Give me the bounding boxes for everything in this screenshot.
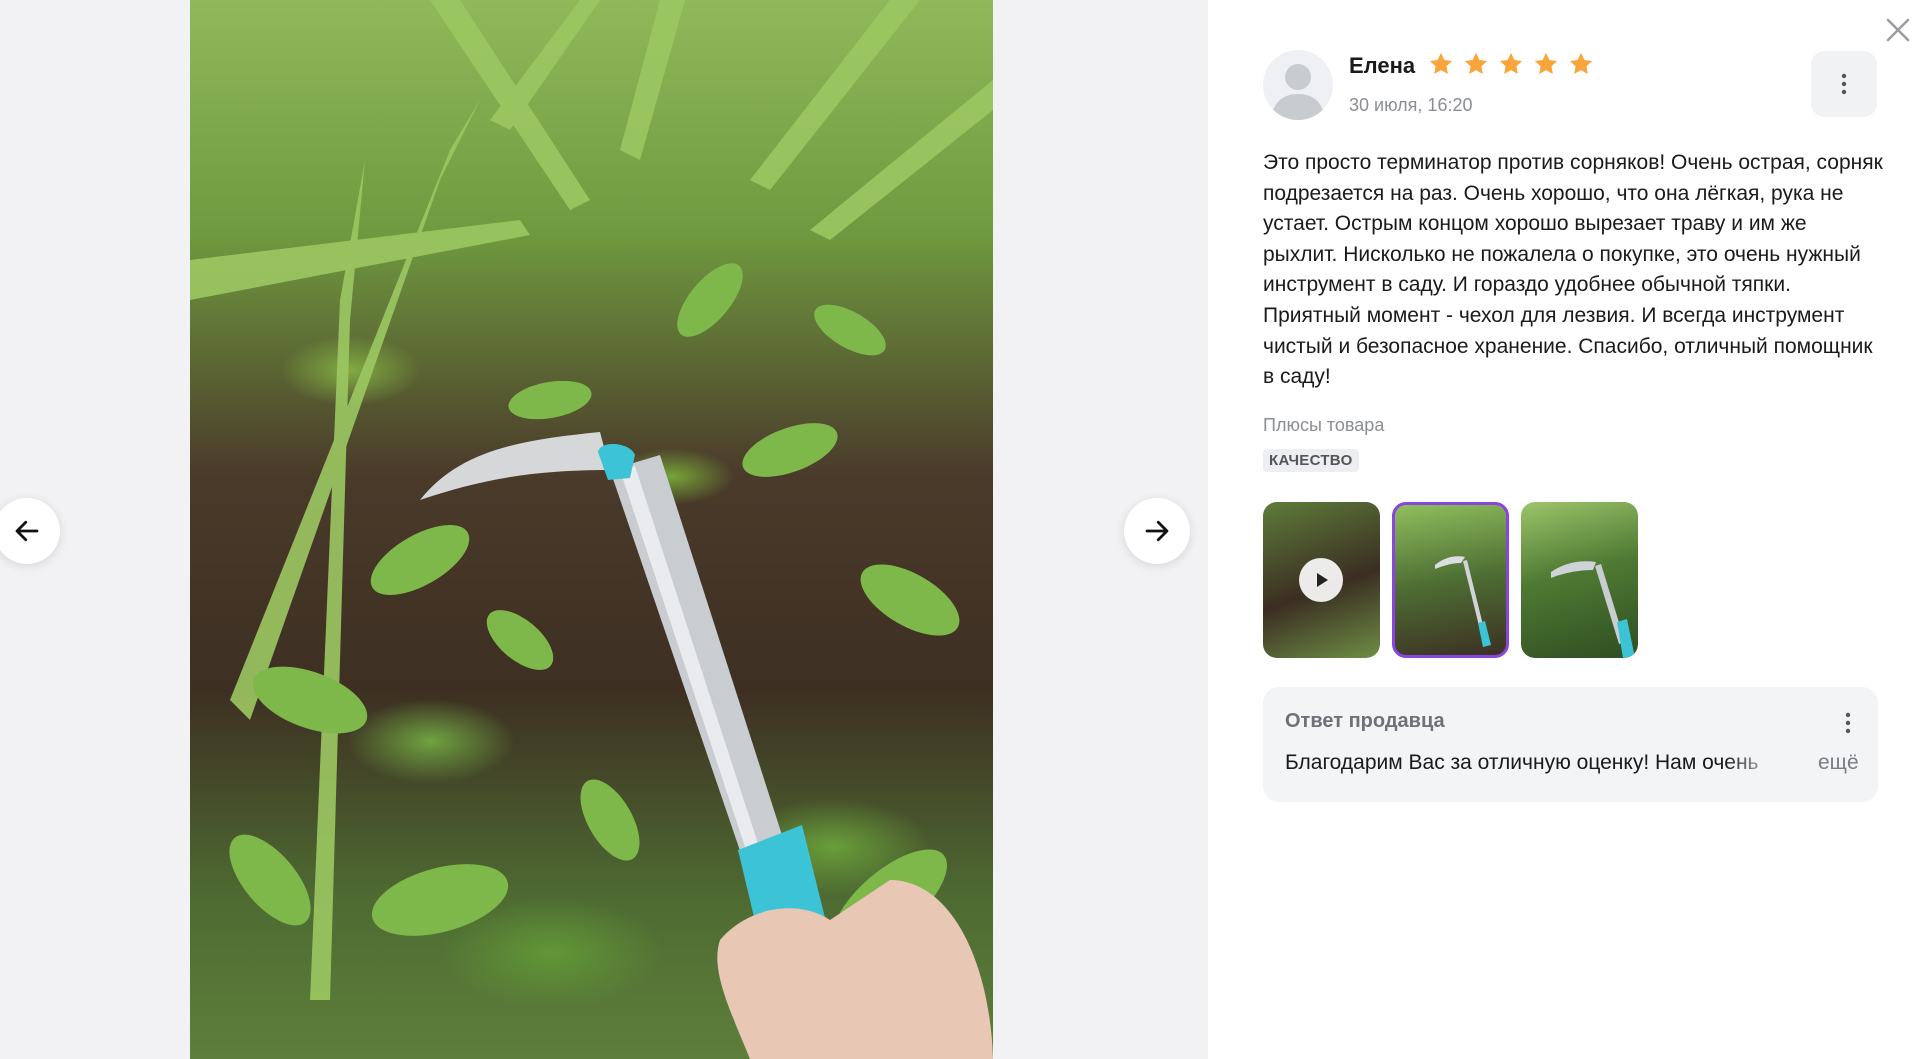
review-date: 30 июля, 16:20 xyxy=(1349,95,1473,115)
prev-photo-button[interactable] xyxy=(0,498,60,564)
seller-reply: Ответ продавца Благодарим Вас за отличну… xyxy=(1263,687,1878,802)
seller-reply-text: Благодарим Вас за отличную оценку! Нам о… xyxy=(1285,751,1759,774)
author-name: Елена xyxy=(1349,53,1416,78)
seller-reply-more-link[interactable]: ещё xyxy=(1818,751,1859,775)
thumbnail-drawing xyxy=(1435,556,1491,647)
media-thumbnails xyxy=(1263,502,1638,658)
user-avatar-icon xyxy=(1271,64,1325,120)
garden-photo-drawing xyxy=(190,0,993,1059)
star-icon xyxy=(1429,52,1453,75)
review-panel: Елена 30 июля, 16:20 Это просто терминат… xyxy=(1208,0,1920,1059)
thumbnail-video[interactable] xyxy=(1263,502,1380,658)
media-viewer xyxy=(0,0,1208,1059)
seller-reply-title: Ответ продавца xyxy=(1285,710,1445,732)
thumbnail-drawing xyxy=(1551,561,1635,658)
seller-reply-menu-button[interactable] xyxy=(1838,711,1858,739)
star-icon xyxy=(1464,52,1488,75)
review-text: Это просто терминатор против сорняков! О… xyxy=(1263,151,1883,389)
vertical-dots-icon xyxy=(1845,712,1851,734)
thumbnail-photo-selected[interactable] xyxy=(1392,502,1509,658)
play-icon xyxy=(1299,558,1343,602)
pros-label: Плюсы товара xyxy=(1263,415,1385,435)
arrow-left-icon xyxy=(15,520,39,542)
avatar xyxy=(1263,50,1333,120)
vertical-dots-icon xyxy=(1841,73,1847,95)
star-icon xyxy=(1534,52,1558,75)
arrow-right-icon xyxy=(1145,520,1169,542)
review-more-button[interactable] xyxy=(1811,51,1877,117)
thumbnail-photo[interactable] xyxy=(1521,502,1638,658)
review-photo xyxy=(190,0,993,1059)
rating-stars xyxy=(1427,50,1595,78)
star-icon xyxy=(1499,52,1523,75)
pros-tag: КАЧЕСТВО xyxy=(1263,449,1359,472)
next-photo-button[interactable] xyxy=(1124,498,1190,564)
star-icon xyxy=(1569,52,1593,75)
